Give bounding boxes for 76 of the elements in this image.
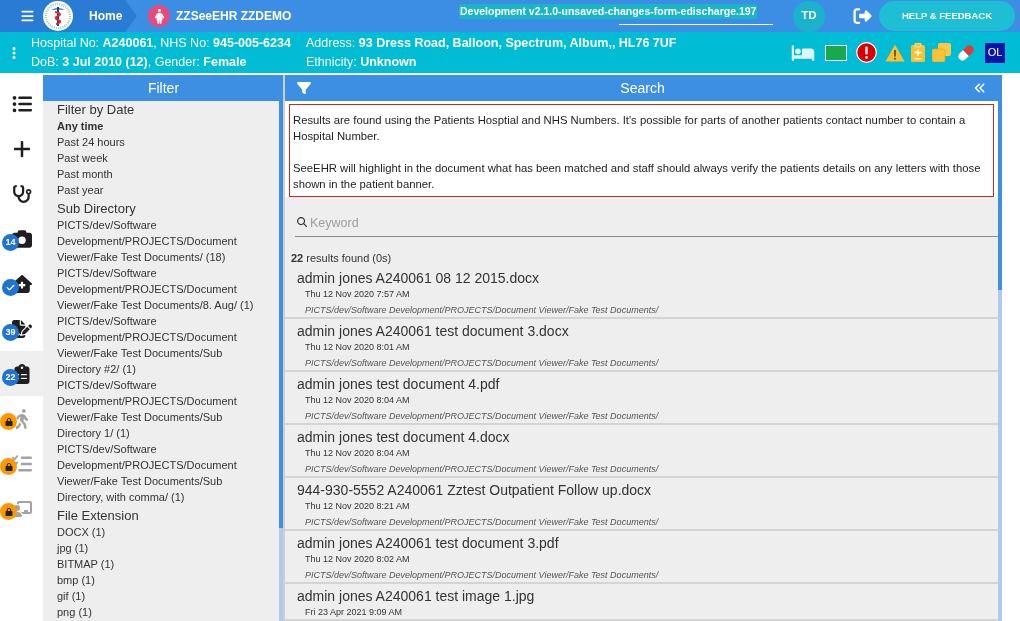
- document-title: admin jones A240061 test image 1.jpg: [297, 588, 536, 605]
- nav-button[interactable]: 22: [0, 351, 43, 396]
- hospital-number-text: Hospital No: A240061, NHS No: 945-005-6234: [31, 34, 292, 52]
- filter-option[interactable]: Any time: [57, 118, 263, 134]
- scrollbar-thumb[interactable]: [998, 75, 1002, 290]
- document-title: admin jones A240061 test document 3.pdf: [297, 535, 560, 552]
- count-badge: 39: [2, 324, 19, 341]
- document-date: Thu 12 Nov 2020 7:57 AM: [305, 288, 411, 300]
- filter-option[interactable]: PICTS/dev/Software Development/PROJECTS/Document Viewer/Fake Test Documents/8. Aug/ (1): [57, 265, 263, 313]
- ethnicity-text: Ethnicity: Unknown: [306, 53, 418, 71]
- filter-option[interactable]: PICTS/dev/Software Development/PROJECTS/Document Viewer/Fake Test Documents/Sub Directory #2/ (1): [57, 313, 263, 377]
- filter-option[interactable]: PICTS/dev/Software Development/PROJECTS/Document Viewer/Fake Test Documents/Sub Directory, with comma/ (1): [57, 441, 263, 505]
- result-count: 22 results found (0s): [290, 251, 392, 266]
- filter-option[interactable]: bmp (1): [57, 572, 263, 588]
- filter-option[interactable]: Past week: [57, 150, 263, 166]
- clipboard-plus-icon: [911, 43, 925, 62]
- document-title: admin jones A240061 test document 3.docx: [297, 323, 570, 340]
- collapse-icon[interactable]: [974, 82, 986, 94]
- document-date: Fri 23 Apr 2021 9:09 AM: [305, 606, 404, 618]
- document-title: admin jones test document 4.docx: [297, 429, 511, 446]
- filter-option[interactable]: BITMAP (1): [57, 556, 263, 572]
- document-path: PICTS/dev/Software Development/PROJECTS/Document Viewer/Fake Test Documents/: [305, 569, 660, 581]
- filter-option[interactable]: PICTS/dev/Software Development/PROJECTS/Document Viewer/Fake Test Documents/ (18): [57, 217, 263, 265]
- warning-icon: [885, 43, 905, 62]
- alert-icon: [856, 42, 877, 63]
- filter-option[interactable]: png (1): [57, 604, 263, 620]
- address-text: Address: 93 Dress Road, Balloon, Spectrum, Album,, HL76 7UF: [306, 34, 677, 52]
- scrollbar-thumb[interactable]: [279, 101, 283, 528]
- filter-icon[interactable]: [297, 81, 311, 95]
- document-title: admin jones A240061 08 12 2015.docx: [297, 270, 541, 287]
- filter-heading: Filter by Date: [57, 101, 136, 118]
- document-path: PICTS/dev/Software Development/PROJECTS/Document Viewer/Fake Test Documents/: [305, 463, 660, 475]
- document-path: PICTS/dev/Software Development/PROJECTS/Document Viewer/Fake Test Documents/: [305, 516, 660, 528]
- female-patient-icon: [148, 5, 170, 27]
- document-title: 944-930-5552 A240061 Zztest Outpatient Follow up.docx: [297, 482, 653, 499]
- filter-option[interactable]: jpg (1): [57, 540, 263, 556]
- version-label: Development v2.1.0-unsaved-changes-form-edischarge.197: [459, 4, 758, 19]
- document-date: Thu 12 Nov 2020 8:04 AM: [305, 394, 411, 406]
- filter-option[interactable]: DOCX (1): [57, 524, 263, 540]
- lock-icon: [0, 413, 17, 430]
- count-badge: 14: [2, 234, 19, 251]
- filter-option[interactable]: Past month: [57, 166, 263, 182]
- label-tag: OL: [985, 42, 1005, 63]
- document-path: PICTS/dev/Software Development/PROJECTS/Document Viewer/Fake Test Documents/: [305, 304, 660, 316]
- patient-name: ZZSeeEHR ZZDEMO: [176, 8, 292, 25]
- search-title: Search: [619, 78, 666, 98]
- logout-icon[interactable]: [852, 7, 873, 25]
- home-link[interactable]: Home: [89, 7, 123, 25]
- document-path: PICTS/dev/Software Development/PROJECTS/Document Viewer/Fake Test Documents/: [305, 410, 660, 422]
- document-date: Thu 12 Nov 2020 8:01 AM: [305, 341, 411, 353]
- filter-heading: Sub Directory: [57, 200, 137, 217]
- document-date: Thu 12 Nov 2020 8:21 AM: [305, 500, 411, 512]
- bed-icon: [789, 43, 817, 62]
- document-date: Thu 12 Nov 2020 8:02 AM: [305, 553, 411, 565]
- document-path: PICTS/dev/Software Development/PROJECTS/Document Viewer/Fake Test Documents/: [305, 357, 660, 369]
- rectangle-flag-icon: [825, 44, 847, 61]
- filter-option[interactable]: gif (1): [57, 588, 263, 604]
- notice-text: SeeEHR will highlight in the document what has been matched and staff should always verify the patients details on any letters with those shown in the patient banner.: [293, 161, 982, 192]
- keyword-field[interactable]: Keyword: [295, 209, 998, 237]
- filter-option[interactable]: Past 24 hours: [57, 134, 263, 150]
- dob-gender-text: DoB: 3 Jul 2010 (12), Gender: Female: [31, 53, 248, 71]
- count-badge: 22: [2, 369, 19, 386]
- caduceus-logo: [43, 1, 73, 31]
- lock-icon: [0, 503, 17, 520]
- search-icon: [297, 217, 307, 227]
- document-title: admin jones test document 4.pdf: [297, 376, 501, 393]
- notice-text: Results are found using the Patients Hosptial and NHS Numbers. It's possible for parts of another patients contact number to contain a Hospital Number.: [293, 113, 967, 144]
- filter-option[interactable]: PICTS/dev/Software Development/PROJECTS/Document Viewer/Fake Test Documents/Sub Directory 1/ (1): [57, 377, 263, 441]
- menu-icon[interactable]: [20, 9, 35, 23]
- filter-heading: File Extension: [57, 507, 140, 524]
- document-date: Thu 12 Nov 2020 8:04 AM: [305, 447, 411, 459]
- filter-option[interactable]: Past year: [57, 182, 263, 198]
- pill-icon: [957, 43, 975, 62]
- filter-title: Filter: [147, 78, 180, 98]
- lock-icon: [0, 458, 17, 475]
- stacked-squares-icon: [932, 43, 951, 62]
